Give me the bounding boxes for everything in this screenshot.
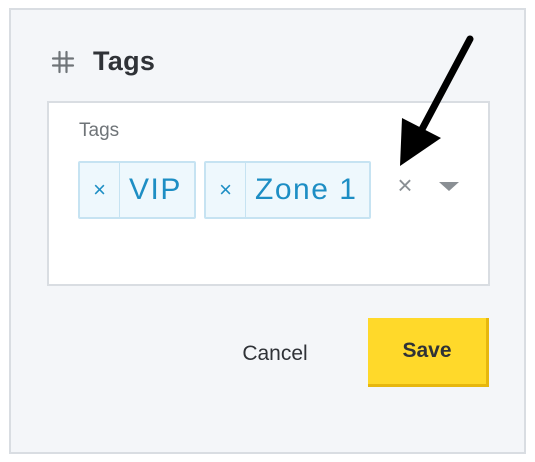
hash-icon bbox=[51, 50, 75, 73]
remove-tag-zone-1-icon[interactable]: × bbox=[206, 163, 246, 217]
panel-header: Tags bbox=[51, 46, 155, 77]
tag-chip-zone-1: × Zone 1 bbox=[204, 161, 372, 219]
tag-chip-vip: × VIP bbox=[78, 161, 196, 219]
cancel-button[interactable]: Cancel bbox=[223, 336, 327, 372]
caret-down-icon[interactable] bbox=[439, 182, 459, 191]
panel-title: Tags bbox=[93, 46, 156, 76]
tag-label-zone-1: Zone 1 bbox=[255, 173, 358, 206]
field-label: Tags bbox=[79, 120, 120, 141]
tags-select-field[interactable]: Tags × VIP × Zone 1 × bbox=[47, 101, 490, 286]
tag-label-vip: VIP bbox=[129, 173, 182, 206]
save-button[interactable]: Save bbox=[368, 318, 489, 387]
remove-tag-vip-icon[interactable]: × bbox=[80, 163, 120, 217]
tags-panel: Tags Tags × VIP × Zone 1 × Cancel Save bbox=[9, 8, 526, 454]
clear-all-icon[interactable]: × bbox=[395, 172, 415, 198]
